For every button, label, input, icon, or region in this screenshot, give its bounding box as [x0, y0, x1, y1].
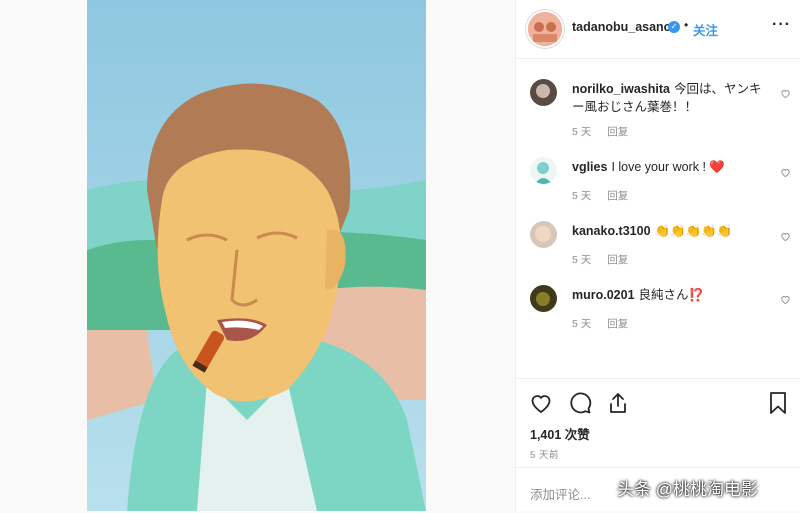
comment-body: muro.0201 良純さん⁉️ — [572, 286, 772, 304]
add-comment-placeholder: 添加评论... — [530, 488, 591, 502]
more-options-icon[interactable]: ··· — [772, 16, 791, 34]
comment-meta: 5 天 回复 — [572, 188, 644, 203]
follow-separator: • — [684, 18, 689, 32]
comment-text: 👏👏👏👏👏 — [654, 224, 733, 238]
commenter-username[interactable]: norilko_iwashita — [572, 82, 670, 96]
like-comment-heart-icon[interactable] — [780, 294, 791, 305]
like-heart-icon[interactable] — [529, 391, 553, 415]
share-icon[interactable] — [606, 391, 630, 415]
comment-bubble-icon[interactable] — [568, 391, 592, 415]
comment-age: 5 天 — [572, 254, 592, 266]
commenter-avatar[interactable] — [530, 221, 557, 248]
commenter-username[interactable]: muro.0201 — [572, 288, 635, 302]
bookmark-icon[interactable] — [767, 391, 789, 415]
reply-button[interactable]: 回复 — [607, 190, 628, 202]
comment-meta: 5 天 回复 — [572, 124, 644, 139]
commenter-avatar[interactable] — [530, 79, 557, 106]
author-username[interactable]: tadanobu_asano — [572, 20, 671, 34]
like-comment-heart-icon[interactable] — [780, 231, 791, 242]
comment-text: 良純さん⁉️ — [638, 288, 705, 302]
reply-button[interactable]: 回复 — [607, 254, 628, 266]
comment-age: 5 天 — [572, 126, 592, 138]
comment-text: I love your work ! ❤️ — [611, 160, 725, 174]
like-comment-heart-icon[interactable] — [780, 167, 791, 178]
comment-body: vglies I love your work ! ❤️ — [572, 158, 772, 176]
like-count[interactable]: 1,401 次赞 — [530, 424, 590, 443]
post-timestamp: 5 天前 — [530, 450, 559, 461]
verified-badge-icon: ✓ — [668, 21, 680, 33]
comment-age: 5 天 — [572, 318, 592, 330]
comment-meta: 5 天 回复 — [572, 252, 644, 267]
commenter-avatar[interactable] — [530, 157, 557, 184]
like-comment-heart-icon[interactable] — [780, 88, 791, 99]
commenter-username[interactable]: vglies — [572, 160, 607, 174]
comment-age: 5 天 — [572, 190, 592, 202]
watermark: 头条 @桃桃淘电影 — [617, 480, 758, 499]
comment-body: kanako.t3100 👏👏👏👏👏 — [572, 222, 772, 240]
comment-meta: 5 天 回复 — [572, 316, 644, 331]
comment-body: norilko_iwashita 今回は、ヤンキー風おじさん葉巻！！ — [572, 80, 772, 116]
commenter-username[interactable]: kanako.t3100 — [572, 224, 651, 238]
author-avatar[interactable] — [528, 12, 562, 46]
watercolor-portrait — [87, 0, 426, 511]
reply-button[interactable]: 回复 — [607, 318, 628, 330]
follow-button[interactable]: 关注 — [693, 20, 718, 39]
post-sidebar: tadanobu_asano ✓ • 关注 ··· norilko_iwashi… — [515, 0, 800, 511]
post-header: tadanobu_asano ✓ • 关注 ··· — [516, 0, 800, 59]
post-image[interactable] — [87, 0, 426, 511]
reply-button[interactable]: 回复 — [607, 126, 628, 138]
commenter-avatar[interactable] — [530, 285, 557, 312]
